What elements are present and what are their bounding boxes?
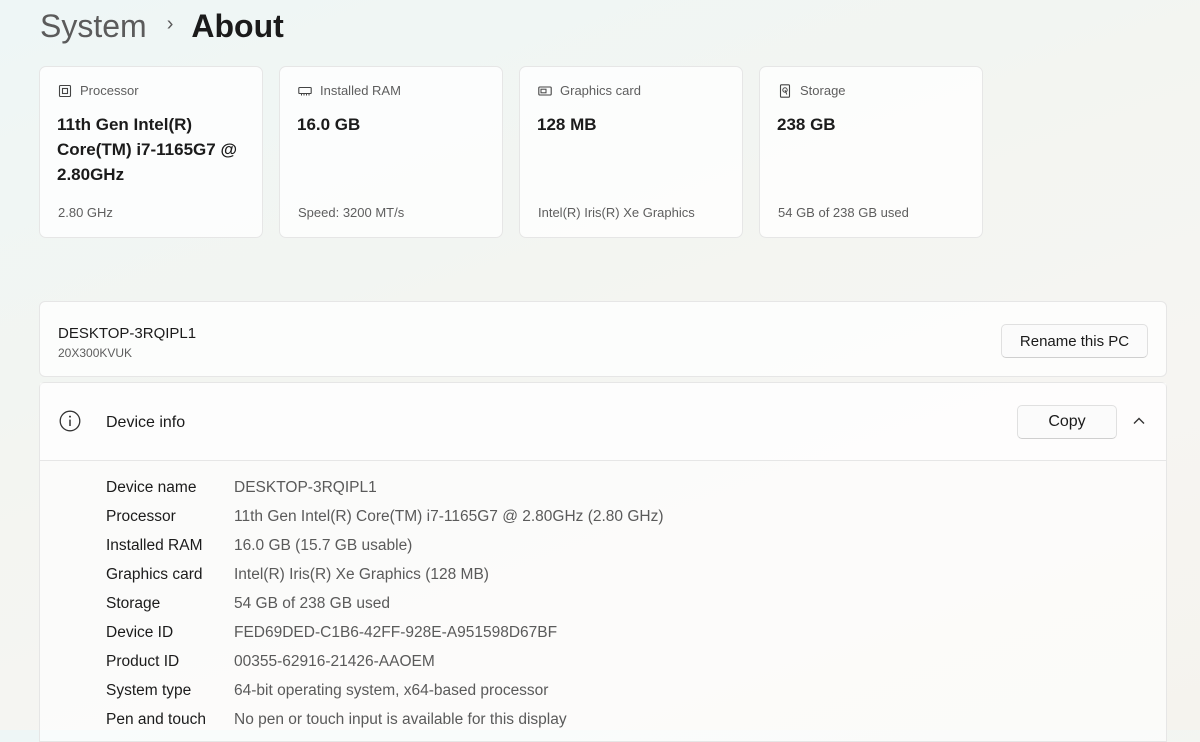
spec-cards: Processor 11th Gen Intel(R) Core(TM) i7-… — [39, 66, 983, 238]
spec-row-device-name: Device name DESKTOP-3RQIPL1 — [106, 473, 664, 502]
ram-card: Installed RAM 16.0 GB Speed: 3200 MT/s — [279, 66, 503, 238]
spec-row-installed-ram: Installed RAM 16.0 GB (15.7 GB usable) — [106, 531, 664, 560]
device-info-title: Device info — [106, 414, 186, 431]
graphics-card-icon — [538, 84, 552, 98]
rename-pc-button[interactable]: Rename this PC — [1001, 324, 1148, 358]
spec-value: 16.0 GB (15.7 GB usable) — [234, 536, 413, 554]
device-spec-rows: Device name DESKTOP-3RQIPL1 Processor 11th… — [106, 473, 664, 734]
spec-key: Device ID — [106, 623, 174, 641]
spec-value: DESKTOP-3RQIPL1 — [234, 478, 377, 496]
spec-value: 00355-62916-21426-AAOEM — [234, 652, 435, 670]
card-label: Storage — [800, 83, 846, 98]
device-info-panel: Device info Copy Device name DESKTOP-3RQI… — [39, 382, 1167, 742]
spec-row-storage: Storage 54 GB of 238 GB used — [106, 589, 664, 618]
spec-key: Product ID — [106, 652, 180, 670]
device-info-header[interactable]: Device info Copy — [40, 383, 1166, 461]
spec-row-system-type: System type 64-bit operating system, x64-… — [106, 676, 664, 705]
card-label: Installed RAM — [320, 83, 401, 98]
spec-key: Processor — [106, 507, 176, 525]
pc-model: 20X300KVUK — [58, 346, 133, 360]
spec-value: 64-bit operating system, x64-based proce… — [234, 681, 549, 699]
spec-value: Intel(R) Iris(R) Xe Graphics (128 MB) — [234, 565, 489, 583]
breadcrumb-separator: › — [166, 12, 174, 35]
spec-row-processor: Processor 11th Gen Intel(R) Core(TM) i7-1… — [106, 502, 664, 531]
spec-key: Device name — [106, 478, 197, 496]
card-sub: Intel(R) Iris(R) Xe Graphics — [538, 205, 695, 220]
card-sub: 2.80 GHz — [58, 205, 113, 220]
ram-icon — [298, 84, 312, 98]
breadcrumb-system[interactable]: System — [40, 8, 147, 45]
copy-button[interactable]: Copy — [1017, 405, 1117, 439]
spec-key: Pen and touch — [106, 710, 206, 728]
spec-key: Storage — [106, 594, 161, 612]
spec-row-graphics-card: Graphics card Intel(R) Iris(R) Xe Graphic… — [106, 560, 664, 589]
spec-key: Installed RAM — [106, 536, 203, 554]
card-value: 128 MB — [537, 115, 597, 134]
graphics-card-card: Graphics card 128 MB Intel(R) Iris(R) Xe… — [519, 66, 743, 238]
card-label: Processor — [80, 83, 139, 98]
spec-value: 11th Gen Intel(R) Core(TM) i7-1165G7 @ 2… — [234, 507, 664, 525]
chevron-up-icon[interactable] — [1131, 413, 1147, 429]
pc-name-panel: DESKTOP-3RQIPL1 20X300KVUK Rename this P… — [39, 301, 1167, 377]
spec-row-device-id: Device ID FED69DED-C1B6-42FF-928E-A951598… — [106, 618, 664, 647]
processor-icon — [58, 84, 72, 98]
card-value: 11th Gen Intel(R) Core(TM) i7-1165G7 @ 2… — [57, 115, 238, 184]
spec-value: FED69DED-C1B6-42FF-928E-A951598D67BF — [234, 623, 558, 641]
info-icon — [59, 410, 81, 432]
storage-icon — [778, 83, 792, 98]
spec-row-product-id: Product ID 00355-62916-21426-AAOEM — [106, 647, 664, 676]
card-sub: Speed: 3200 MT/s — [298, 205, 405, 220]
spec-key: Graphics card — [106, 565, 203, 583]
spec-value: 54 GB of 238 GB used — [234, 594, 390, 612]
card-value: 16.0 GB — [297, 115, 361, 134]
page-title: About — [191, 7, 284, 44]
card-sub: 54 GB of 238 GB used — [778, 205, 909, 220]
breadcrumb: System › About — [40, 4, 284, 48]
card-value: 238 GB — [777, 115, 836, 134]
processor-card: Processor 11th Gen Intel(R) Core(TM) i7-… — [39, 66, 263, 238]
spec-key: System type — [106, 681, 192, 699]
spec-value: No pen or touch input is available for t… — [234, 710, 567, 728]
card-label: Graphics card — [560, 83, 641, 98]
pc-name: DESKTOP-3RQIPL1 — [58, 325, 197, 342]
storage-card: Storage 238 GB 54 GB of 238 GB used — [759, 66, 983, 238]
